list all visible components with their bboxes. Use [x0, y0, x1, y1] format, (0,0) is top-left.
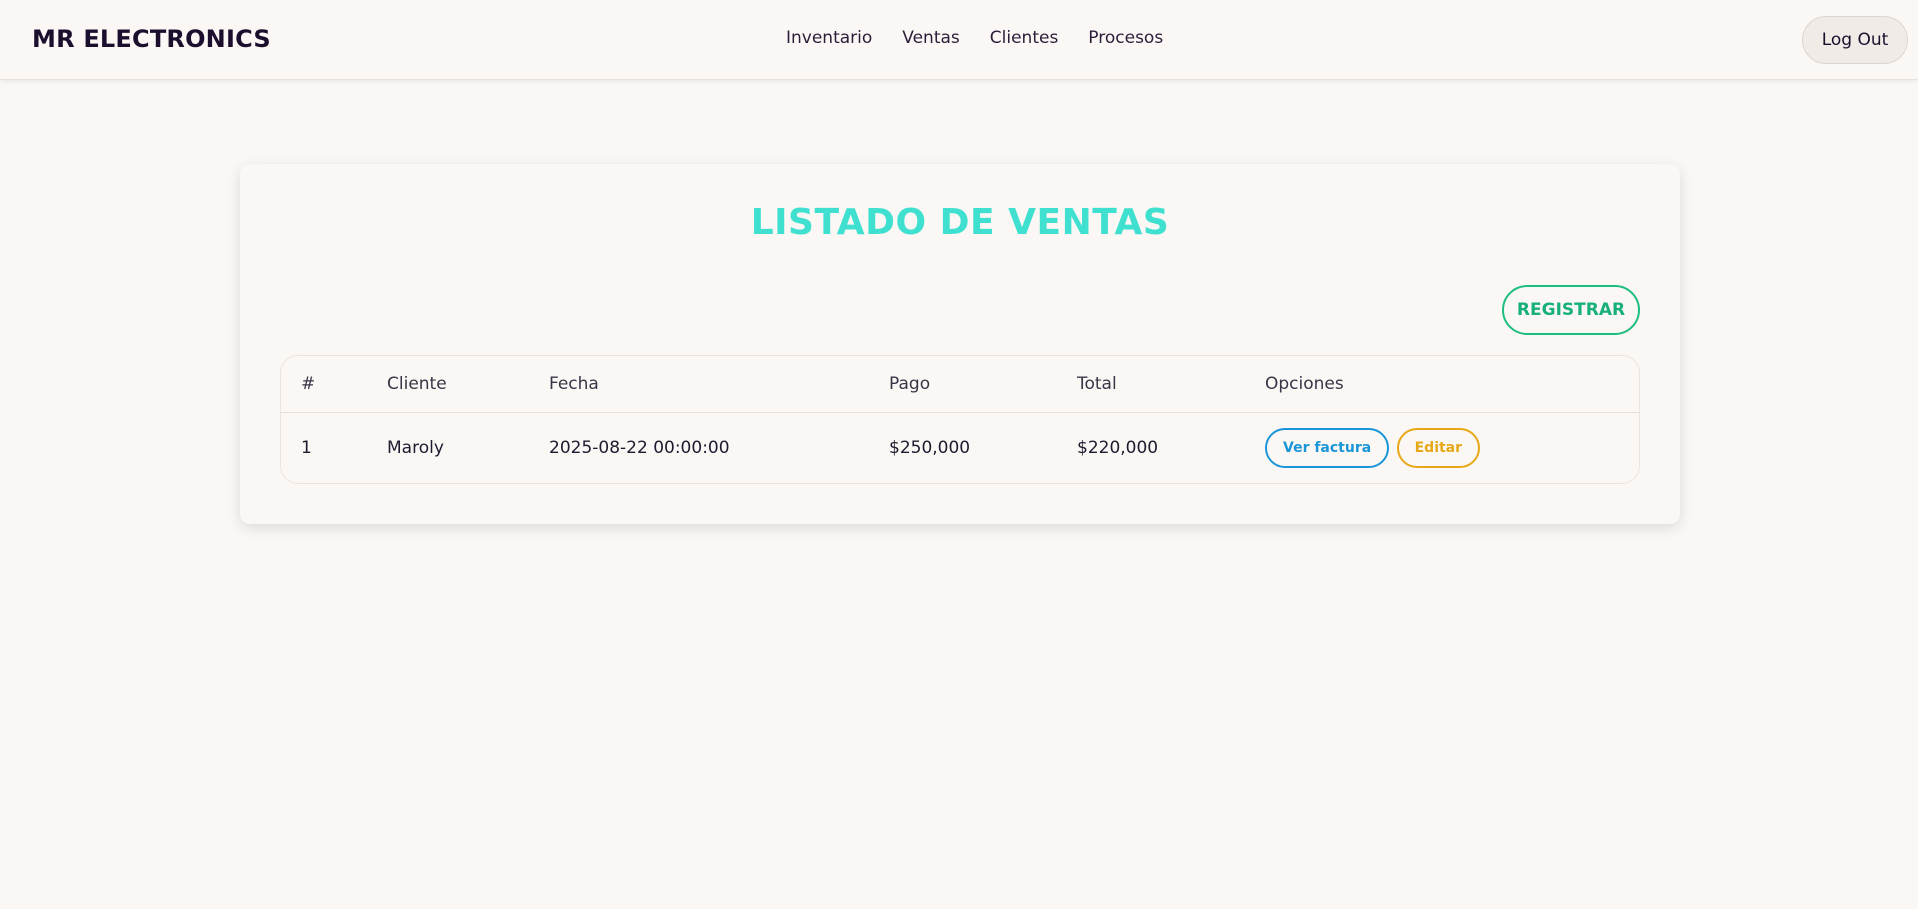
cell-total: $220,000 — [1077, 438, 1159, 459]
cell-number: 1 — [301, 438, 312, 459]
nav-link-ventas[interactable]: Ventas — [902, 28, 959, 48]
header-opciones: Opciones — [1265, 373, 1344, 394]
sales-table-container: # Cliente Fecha Pago Total Opciones 1 Ma… — [280, 355, 1640, 484]
header-pago: Pago — [889, 373, 931, 394]
page-title: LISTADO DE VENTAS — [750, 202, 1170, 243]
cell-pago: $250,000 — [889, 438, 971, 459]
edit-button[interactable]: Editar — [1396, 428, 1481, 469]
cell-fecha: 2025-08-22 00:00:00 — [549, 438, 730, 459]
nav-link-inventario[interactable]: Inventario — [786, 28, 872, 48]
navbar: MR ELECTRONICS Inventario Ventas Cliente… — [0, 0, 1918, 80]
sales-list-card: LISTADO DE VENTAS REGISTRAR # Cliente Fe… — [240, 164, 1680, 524]
header-total: Total — [1077, 373, 1117, 394]
nav-link-clientes[interactable]: Clientes — [990, 28, 1059, 48]
logout-button[interactable]: Log Out — [1802, 16, 1908, 64]
header-cliente: Cliente — [387, 373, 447, 394]
table-header: # Cliente Fecha Pago Total Opciones — [281, 356, 1639, 412]
view-invoice-button[interactable]: Ver factura — [1265, 428, 1390, 469]
cell-cliente: Maroly — [387, 438, 444, 459]
cell-opciones: Ver factura Editar — [1265, 412, 1639, 483]
sales-table: # Cliente Fecha Pago Total Opciones 1 Ma… — [281, 356, 1639, 483]
nav-links: Inventario Ventas Clientes Procesos — [786, 28, 1163, 48]
register-button[interactable]: REGISTRAR — [1502, 285, 1640, 335]
header-fecha: Fecha — [549, 373, 599, 394]
header-number: # — [301, 373, 316, 394]
table-row: 1 Maroly 2025-08-22 00:00:00 $250,000 $2… — [281, 412, 1639, 483]
table-body: 1 Maroly 2025-08-22 00:00:00 $250,000 $2… — [281, 412, 1639, 483]
nav-link-procesos[interactable]: Procesos — [1088, 28, 1163, 48]
brand-logo[interactable]: MR ELECTRONICS — [32, 25, 271, 53]
table-header-row: # Cliente Fecha Pago Total Opciones — [281, 356, 1639, 412]
